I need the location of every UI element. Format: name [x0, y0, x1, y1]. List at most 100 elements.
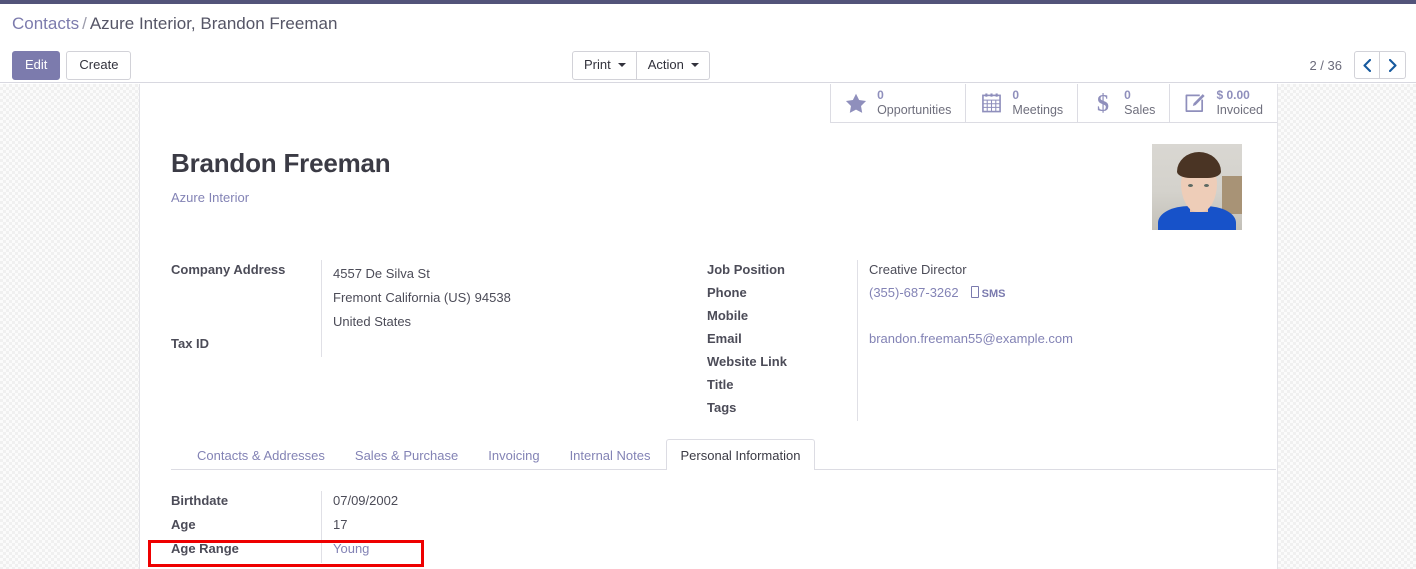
stat-value: $ 0.00: [1216, 87, 1250, 102]
field-phone: Phone (355)-687-3262 SMS: [707, 283, 1227, 306]
chevron-right-icon: [1388, 58, 1397, 72]
field-label: Age Range: [171, 541, 239, 556]
phone-link[interactable]: (355)-687-3262: [869, 285, 959, 300]
field-mobile: Mobile: [707, 306, 1227, 329]
field-value[interactable]: 07/09/2002: [321, 491, 581, 515]
field-label: Tax ID: [171, 336, 210, 351]
dollar-icon: $: [1091, 91, 1115, 115]
print-action-dropdown-group: Print Action: [572, 51, 710, 80]
field-value[interactable]: 4557 De Silva St Fremont California (US) 9…: [321, 260, 701, 334]
field-label: Company Address: [171, 262, 286, 277]
field-label: Job Position: [707, 262, 785, 277]
field-tax-id: Tax ID: [171, 334, 701, 357]
stat-text: 0 Opportunities: [877, 87, 952, 117]
field-group-address: Company Address 4557 De Silva St Fremont…: [171, 260, 701, 357]
tab-contacts-addresses[interactable]: Contacts & Addresses: [182, 439, 340, 470]
avatar-furniture: [1222, 176, 1242, 214]
field-website-link: Website Link: [707, 352, 1227, 375]
record-action-buttons: Edit Create: [12, 51, 132, 80]
stat-button-sales[interactable]: $ 0 Sales: [1077, 84, 1169, 122]
field-label: Phone: [707, 285, 747, 300]
chevron-down-icon: [617, 62, 626, 67]
field-group-contact: Job Position Creative Director Phone (35…: [707, 260, 1227, 421]
field-value[interactable]: [857, 306, 1227, 329]
stat-text: 0 Sales: [1124, 87, 1156, 117]
breadcrumb-current: Azure Interior, Brandon Freeman: [89, 14, 338, 33]
stat-label: Invoiced: [1216, 102, 1263, 117]
stat-button-invoiced[interactable]: $ 0.00 Invoiced: [1169, 84, 1277, 122]
avatar: [1152, 144, 1242, 230]
chevron-left-icon: [1363, 58, 1371, 72]
action-label: Action: [647, 57, 684, 72]
field-value[interactable]: 17: [321, 515, 581, 539]
field-label: Title: [707, 377, 734, 392]
star-icon: [844, 91, 868, 115]
stat-value: 0: [1124, 87, 1131, 102]
field-age-range: Age Range Young: [171, 539, 1276, 563]
stat-button-meetings[interactable]: 0 Meetings: [965, 84, 1077, 122]
field-label: Email: [707, 331, 742, 346]
pager-previous-button[interactable]: [1354, 51, 1380, 79]
sms-button[interactable]: SMS: [970, 286, 1006, 300]
tab-personal-information[interactable]: Personal Information: [665, 439, 816, 470]
avatar-eye-right: [1204, 184, 1209, 187]
stat-value: 0: [877, 87, 884, 102]
stat-value: 0: [1012, 87, 1020, 102]
field-age: Age 17: [171, 515, 1276, 539]
action-dropdown-button[interactable]: Action: [636, 51, 710, 80]
address-city-line: Fremont California (US) 94538: [333, 286, 701, 310]
field-label: Mobile: [707, 308, 749, 323]
create-button[interactable]: Create: [66, 51, 132, 80]
stat-label: Sales: [1124, 102, 1156, 117]
field-value[interactable]: Creative Director: [857, 260, 1227, 283]
stat-button-opportunities[interactable]: 0 Opportunities: [830, 84, 965, 122]
stat-button-bar: 0 Opportunities 0 Meetings $ 0 Sales $ 0…: [830, 84, 1277, 123]
field-value[interactable]: [857, 375, 1227, 398]
breadcrumb-separator: /: [82, 14, 87, 33]
field-birthdate: Birthdate 07/09/2002: [171, 491, 1276, 515]
stat-label: Meetings: [1012, 102, 1064, 117]
chevron-down-icon: [690, 62, 699, 67]
tab-sales-purchase[interactable]: Sales & Purchase: [340, 439, 473, 470]
print-label: Print: [584, 57, 611, 72]
form-sheet: 0 Opportunities 0 Meetings $ 0 Sales $ 0…: [139, 84, 1278, 569]
pager-next-button[interactable]: [1380, 51, 1406, 79]
field-job-position: Job Position Creative Director: [707, 260, 1227, 283]
field-label: Birthdate: [171, 493, 229, 508]
print-dropdown-button[interactable]: Print: [572, 51, 637, 80]
company-link[interactable]: Azure Interior: [171, 190, 249, 205]
field-value[interactable]: [857, 352, 1227, 375]
stat-text: 0 Meetings: [1012, 87, 1064, 117]
breadcrumb-root-link[interactable]: Contacts: [12, 14, 79, 33]
stat-text: $ 0.00 Invoiced: [1216, 87, 1263, 117]
notebook-tabs: Contacts & Addresses Sales & Purchase In…: [171, 439, 1276, 470]
tab-panel-personal-information: Birthdate 07/09/2002 Age 17 Age Range Yo…: [171, 470, 1276, 563]
control-panel: Contacts / Azure Interior, Brandon Freeman…: [0, 4, 1416, 83]
record-pager: 2 / 36: [1309, 51, 1406, 79]
stat-label: Opportunities: [877, 102, 952, 117]
address-state: California (US): [385, 290, 471, 305]
field-company-address: Company Address 4557 De Silva St Fremont…: [171, 260, 701, 334]
edit-button[interactable]: Edit: [12, 51, 61, 80]
field-label: Website Link: [707, 354, 787, 369]
sms-label: SMS: [981, 288, 1006, 300]
field-value[interactable]: (355)-687-3262 SMS: [857, 283, 1227, 306]
address-country: United States: [333, 314, 412, 329]
field-label: Age: [171, 517, 196, 532]
age-range-value[interactable]: Young: [321, 539, 581, 563]
field-title: Title: [707, 375, 1227, 398]
tab-invoicing[interactable]: Invoicing: [473, 439, 554, 470]
breadcrumb: Contacts / Azure Interior, Brandon Freeman: [12, 14, 337, 34]
calendar-icon: [979, 91, 1003, 115]
address-city: Fremont: [333, 290, 382, 305]
page-title: Brandon Freeman: [171, 148, 391, 178]
tab-internal-notes[interactable]: Internal Notes: [555, 439, 666, 470]
field-value[interactable]: [321, 334, 701, 357]
pager-count: 2 / 36: [1309, 57, 1342, 73]
address-street: 4557 De Silva St: [333, 266, 430, 281]
field-tags: Tags: [707, 398, 1227, 421]
field-email: Email brandon.freeman55@example.com: [707, 329, 1227, 352]
field-value[interactable]: [857, 398, 1227, 421]
email-link[interactable]: brandon.freeman55@example.com: [857, 329, 1227, 352]
mobile-phone-icon: [970, 286, 979, 298]
